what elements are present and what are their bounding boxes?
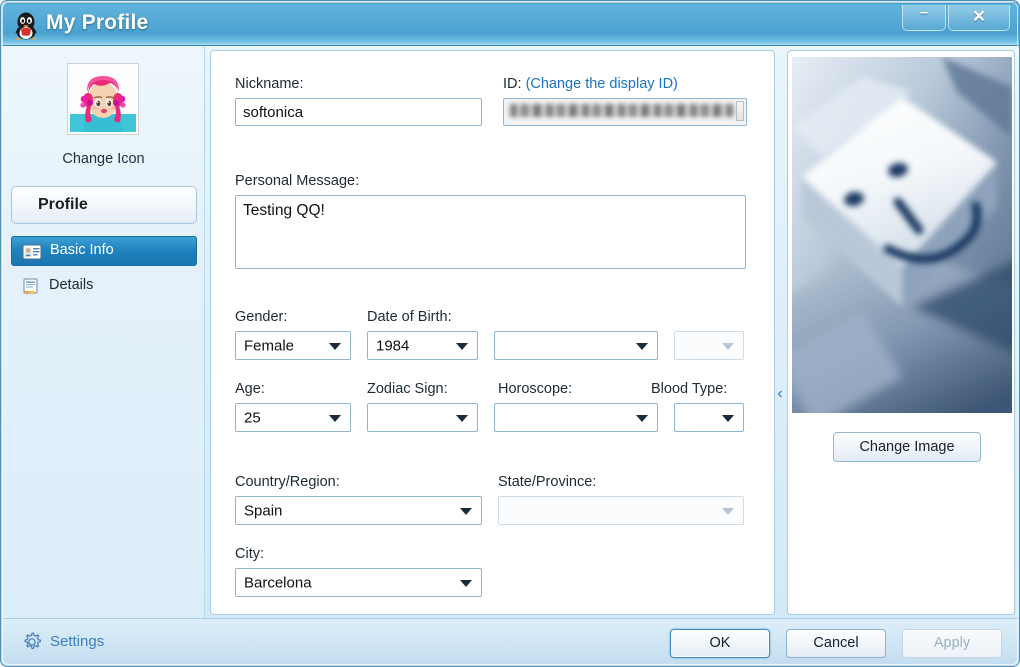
chevron-down-icon xyxy=(460,579,472,587)
profile-image-panel: Change Image xyxy=(780,46,1019,618)
window-body: Change Icon Profile Basic Info Details N… xyxy=(2,46,1019,618)
age-label: Age: xyxy=(235,381,265,397)
chevron-down-icon xyxy=(722,414,734,422)
id-value-redacted xyxy=(510,104,734,117)
city-label: City: xyxy=(235,546,264,562)
form-card: Nickname: ID: (Change the display ID) Pe… xyxy=(210,50,775,615)
chevron-down-icon xyxy=(329,342,341,350)
qq-penguin-icon xyxy=(15,12,37,40)
chevron-down-icon xyxy=(456,342,468,350)
birth-day-select[interactable] xyxy=(674,331,744,360)
city-value: Barcelona xyxy=(244,574,312,591)
apply-button: Apply xyxy=(902,629,1002,658)
sidebar-item-basic-info[interactable]: Basic Info xyxy=(11,236,197,266)
cancel-button[interactable]: Cancel xyxy=(786,629,886,658)
sidebar-item-details[interactable]: Details xyxy=(11,272,197,302)
user-avatar-anime-girl-icon xyxy=(70,66,136,132)
date-of-birth-label: Date of Birth: xyxy=(367,309,452,325)
id-field[interactable] xyxy=(503,98,747,126)
state-province-label: State/Province: xyxy=(498,474,597,490)
gender-select[interactable]: Female xyxy=(235,331,351,360)
country-region-label: Country/Region: xyxy=(235,474,340,490)
chevron-down-icon xyxy=(329,414,341,422)
avatar[interactable] xyxy=(67,63,139,135)
id-label: ID: (Change the display ID) xyxy=(503,76,678,92)
my-profile-window: My Profile – ✕ Change Icon Profile Basic… xyxy=(0,0,1020,667)
minimize-button[interactable]: – xyxy=(902,4,946,31)
country-region-value: Spain xyxy=(244,502,283,519)
change-image-button[interactable]: Change Image xyxy=(833,432,981,462)
personal-message-label: Personal Message: xyxy=(235,173,360,189)
chevron-down-icon xyxy=(722,507,734,515)
id-spinner[interactable] xyxy=(736,101,744,121)
chevron-down-icon xyxy=(636,342,648,350)
sidebar: Change Icon Profile Basic Info Details xyxy=(2,46,205,618)
document-details-icon xyxy=(23,278,38,295)
gender-label: Gender: xyxy=(235,309,288,325)
nickname-label: Nickname: xyxy=(235,76,304,92)
id-label-text: ID: xyxy=(503,76,522,92)
chevron-down-icon xyxy=(456,414,468,422)
gender-value: Female xyxy=(244,337,295,354)
profile-image-card: Change Image xyxy=(787,50,1015,615)
personal-message-textarea[interactable] xyxy=(235,195,746,269)
change-icon-label[interactable]: Change Icon xyxy=(2,151,205,167)
chevron-down-icon xyxy=(460,507,472,515)
birth-month-select[interactable] xyxy=(494,331,658,360)
gear-icon[interactable] xyxy=(21,631,43,653)
state-province-select[interactable] xyxy=(498,496,744,525)
blood-type-label: Blood Type: xyxy=(651,381,728,397)
id-card-icon xyxy=(22,244,42,260)
title-bar: My Profile – ✕ xyxy=(2,2,1019,46)
birth-year-value: 1984 xyxy=(376,337,410,354)
profile-photo[interactable] xyxy=(792,57,1012,413)
nickname-input[interactable] xyxy=(235,98,482,126)
blood-type-select[interactable] xyxy=(674,403,744,432)
horoscope-label: Horoscope: xyxy=(498,381,573,397)
keyboard-key-smiley-photo-icon xyxy=(792,57,1012,413)
profile-tab-label: Profile xyxy=(38,196,88,213)
chevron-down-icon xyxy=(636,414,648,422)
birth-year-select[interactable]: 1984 xyxy=(367,331,478,360)
profile-tab[interactable]: Profile xyxy=(11,186,197,224)
sidebar-item-basic-info-label: Basic Info xyxy=(50,242,114,258)
close-button[interactable]: ✕ xyxy=(948,5,1010,31)
age-value: 25 xyxy=(244,409,261,426)
ok-button[interactable]: OK xyxy=(670,629,770,658)
footer-bar: Settings OK Cancel Apply xyxy=(2,618,1019,666)
minimize-label: – xyxy=(919,4,929,21)
zodiac-sign-label: Zodiac Sign: xyxy=(367,381,448,397)
age-select[interactable]: 25 xyxy=(235,403,351,432)
city-select[interactable]: Barcelona xyxy=(235,568,482,597)
sidebar-item-details-label: Details xyxy=(49,277,94,293)
zodiac-sign-select[interactable] xyxy=(367,403,478,432)
horoscope-select[interactable] xyxy=(494,403,658,432)
change-display-id-link[interactable]: (Change the display ID) xyxy=(526,76,678,92)
window-title: My Profile xyxy=(46,11,149,34)
basic-info-panel: Nickname: ID: (Change the display ID) Pe… xyxy=(205,46,780,618)
chevron-down-icon xyxy=(722,342,734,350)
chevron-left-icon[interactable]: ‹ xyxy=(774,384,786,406)
country-region-select[interactable]: Spain xyxy=(235,496,482,525)
settings-link[interactable]: Settings xyxy=(50,633,104,650)
